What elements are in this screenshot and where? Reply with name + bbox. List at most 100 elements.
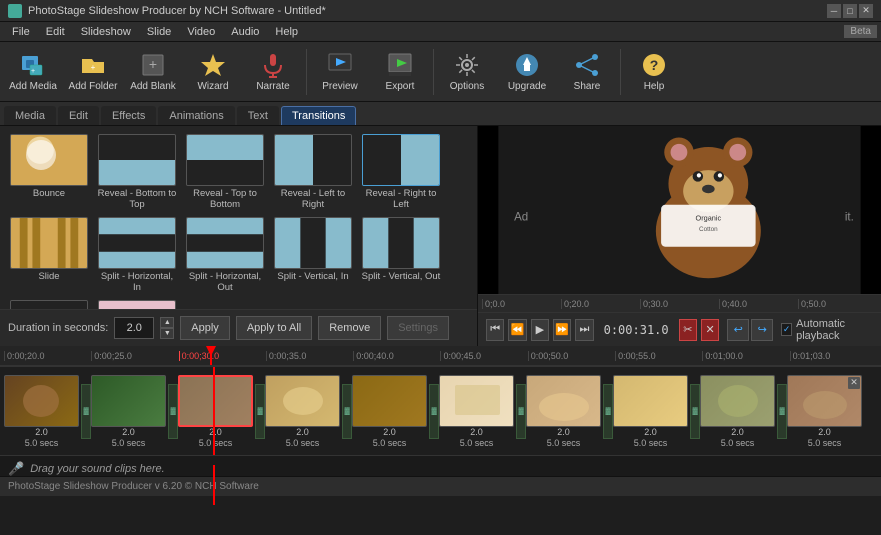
transition-reveal-bt[interactable]: Reveal - Bottom to Top bbox=[96, 134, 178, 211]
add-blank-button[interactable]: + Add Blank bbox=[124, 45, 182, 99]
duration-badge-8: 2.0 bbox=[613, 427, 688, 437]
go-end-button[interactable]: ⏭ bbox=[575, 319, 593, 341]
clip-thumb-7[interactable] bbox=[526, 375, 601, 427]
transition-reveal-tb[interactable]: Reveal - Top to Bottom bbox=[184, 134, 266, 211]
duration-badge-5: 2.0 bbox=[352, 427, 427, 437]
tab-effects[interactable]: Effects bbox=[101, 106, 156, 125]
export-icon bbox=[386, 51, 414, 79]
clip-sep-9: ▓ bbox=[777, 384, 787, 439]
remove-button[interactable]: Remove bbox=[318, 316, 381, 340]
remove-clip-button[interactable]: ✕ bbox=[848, 377, 860, 389]
transition-wipe-bt[interactable]: Wipe - Bottom to Top bbox=[8, 300, 90, 309]
svg-text:+: + bbox=[91, 63, 96, 72]
clip-thumb-4[interactable] bbox=[265, 375, 340, 427]
svg-text:Ad: Ad bbox=[514, 212, 528, 224]
transition-thumb-reveal-tb bbox=[186, 134, 264, 186]
menu-slide[interactable]: Slide bbox=[139, 24, 179, 40]
menu-slideshow[interactable]: Slideshow bbox=[73, 24, 139, 40]
tab-animations[interactable]: Animations bbox=[158, 106, 234, 125]
title-bar-controls[interactable]: ─ □ ✕ bbox=[827, 4, 873, 18]
clip-thumb-1[interactable] bbox=[4, 375, 79, 427]
tab-media[interactable]: Media bbox=[4, 106, 56, 125]
tl-mark-3: 0:00;35.0 bbox=[266, 351, 353, 361]
wizard-icon bbox=[199, 51, 227, 79]
tl-mark-6: 0:00;50.0 bbox=[528, 351, 615, 361]
wizard-label: Wizard bbox=[197, 81, 228, 92]
minimize-button[interactable]: ─ bbox=[827, 4, 841, 18]
transition-label-reveal-lr: Reveal - Left to Right bbox=[273, 188, 353, 211]
apply-button[interactable]: Apply bbox=[180, 316, 230, 340]
redo-button[interactable]: ↪ bbox=[751, 319, 773, 341]
tab-text[interactable]: Text bbox=[237, 106, 279, 125]
transition-split-ho[interactable]: Split - Horizontal, Out bbox=[184, 217, 266, 294]
tab-edit[interactable]: Edit bbox=[58, 106, 99, 125]
duration-input[interactable] bbox=[114, 317, 154, 339]
step-fwd-button[interactable]: ⏩ bbox=[553, 319, 571, 341]
spin-up-button[interactable]: ▲ bbox=[160, 317, 174, 328]
close-button[interactable]: ✕ bbox=[859, 4, 873, 18]
share-button[interactable]: Share bbox=[558, 45, 616, 99]
clip-thumb-3[interactable] bbox=[178, 375, 253, 427]
add-media-button[interactable]: + Add Media bbox=[4, 45, 62, 99]
transitions-panel: Bounce Reveal - Bottom to Top Reveal - T… bbox=[0, 126, 478, 346]
transition-split-vo[interactable]: Split - Vertical, Out bbox=[360, 217, 442, 294]
clip-secs-3: 5.0 secs bbox=[178, 438, 253, 448]
menu-video[interactable]: Video bbox=[179, 24, 223, 40]
delete-button[interactable]: ✕ bbox=[701, 319, 719, 341]
clip-thumb-9[interactable] bbox=[700, 375, 775, 427]
menu-audio[interactable]: Audio bbox=[223, 24, 267, 40]
transition-reveal-lr[interactable]: Reveal - Left to Right bbox=[272, 134, 354, 211]
duration-badge-10: 2.0 bbox=[787, 427, 862, 437]
help-button[interactable]: ? Help bbox=[625, 45, 683, 99]
menu-edit[interactable]: Edit bbox=[38, 24, 73, 40]
preview-panel: Organic Cotton Ad it. 0;0.0 0;20.0 0;30.… bbox=[478, 126, 881, 346]
add-folder-button[interactable]: + Add Folder bbox=[64, 45, 122, 99]
options-button[interactable]: Options bbox=[438, 45, 496, 99]
step-back-button[interactable]: ⏪ bbox=[508, 319, 526, 341]
status-bar: PhotoStage Slideshow Producer v 6.20 © N… bbox=[0, 476, 881, 496]
transition-split-hi[interactable]: Split - Horizontal, In bbox=[96, 217, 178, 294]
go-start-button[interactable]: ⏮ bbox=[486, 319, 504, 341]
timeline-track[interactable]: 2.0 5.0 secs ▓ 2.0 5.0 secs ▓ 2.0 5.0 se… bbox=[0, 367, 881, 455]
clip-1: 2.0 5.0 secs bbox=[4, 375, 79, 448]
clip-thumb-10[interactable]: ✕ bbox=[787, 375, 862, 427]
transition-reveal-rl[interactable]: Reveal - Right to Left bbox=[360, 134, 442, 211]
apply-all-button[interactable]: Apply to All bbox=[236, 316, 312, 340]
menu-help[interactable]: Help bbox=[267, 24, 306, 40]
duration-badge-2: 2.0 bbox=[91, 427, 166, 437]
svg-text:it.: it. bbox=[845, 212, 854, 224]
transition-wipe-tb[interactable]: Wipe - Top to Bottom bbox=[96, 300, 178, 309]
play-button[interactable]: ▶ bbox=[531, 319, 549, 341]
transition-thumb-split-ho bbox=[186, 217, 264, 269]
add-folder-icon: + bbox=[79, 51, 107, 79]
clip-thumb-6[interactable] bbox=[439, 375, 514, 427]
spin-down-button[interactable]: ▼ bbox=[160, 328, 174, 339]
tab-transitions[interactable]: Transitions bbox=[281, 106, 356, 125]
clip-7: 2.0 5.0 secs bbox=[526, 375, 601, 448]
svg-text:+: + bbox=[31, 68, 35, 75]
options-icon bbox=[453, 51, 481, 79]
export-button[interactable]: Export bbox=[371, 45, 429, 99]
auto-playback-checkbox[interactable] bbox=[781, 323, 792, 336]
title-bar: PhotoStage Slideshow Producer by NCH Sof… bbox=[0, 0, 881, 22]
cut-button[interactable]: ✂ bbox=[679, 319, 697, 341]
settings-button[interactable]: Settings bbox=[387, 316, 449, 340]
narrate-button[interactable]: Narrate bbox=[244, 45, 302, 99]
menu-file[interactable]: File bbox=[4, 24, 38, 40]
clip-thumb-2[interactable] bbox=[91, 375, 166, 427]
clip-thumb-5[interactable] bbox=[352, 375, 427, 427]
maximize-button[interactable]: □ bbox=[843, 4, 857, 18]
transition-bounce[interactable]: Bounce bbox=[8, 134, 90, 211]
add-media-label: Add Media bbox=[9, 81, 57, 92]
transition-split-vi[interactable]: Split - Vertical, In bbox=[272, 217, 354, 294]
transition-slide[interactable]: Slide bbox=[8, 217, 90, 294]
undo-button[interactable]: ↩ bbox=[727, 319, 749, 341]
upgrade-button[interactable]: Upgrade bbox=[498, 45, 556, 99]
menu-bar: File Edit Slideshow Slide Video Audio He… bbox=[0, 22, 881, 42]
toolbar-sep-2 bbox=[433, 49, 434, 95]
clip-thumb-8[interactable] bbox=[613, 375, 688, 427]
options-label: Options bbox=[450, 81, 484, 92]
preview-button[interactable]: Preview bbox=[311, 45, 369, 99]
wizard-button[interactable]: Wizard bbox=[184, 45, 242, 99]
transition-thumb-wipe-bt bbox=[10, 300, 88, 309]
